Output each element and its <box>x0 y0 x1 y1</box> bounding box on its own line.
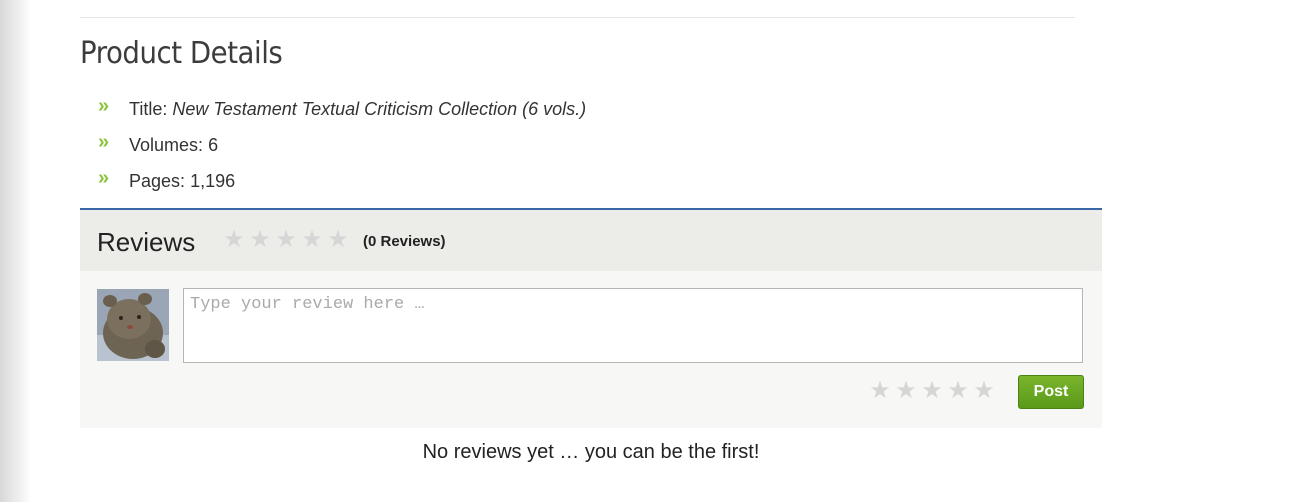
star-icon: ★ <box>249 226 271 253</box>
detail-item-title: » Title: New Testament Textual Criticism … <box>98 94 586 130</box>
product-details-heading: Product Details <box>80 36 283 71</box>
detail-item-pages: » Pages: 1,196 <box>98 166 586 202</box>
bullet-icon: » <box>98 167 110 189</box>
empty-reviews-message: No reviews yet … you can be the first! <box>422 441 760 463</box>
bullet-icon: » <box>98 95 110 117</box>
review-input[interactable] <box>183 288 1083 363</box>
reviews-heading: Reviews <box>97 227 196 257</box>
user-avatar <box>97 289 169 361</box>
rate-star-4-icon[interactable]: ★ <box>947 379 969 403</box>
detail-label: Pages: <box>129 171 186 191</box>
detail-value: New Testament Textual Criticism Collecti… <box>172 99 587 119</box>
star-icon: ★ <box>223 226 245 253</box>
detail-value: 1,196 <box>190 171 236 191</box>
star-icon: ★ <box>275 226 297 253</box>
star-icon: ★ <box>301 226 323 253</box>
review-count: (0 Reviews) <box>363 233 446 250</box>
rate-star-3-icon[interactable]: ★ <box>921 379 943 403</box>
star-icon: ★ <box>327 226 349 253</box>
product-details-list: » Title: New Testament Textual Criticism … <box>98 94 586 202</box>
rate-star-1-icon[interactable]: ★ <box>869 379 891 403</box>
page-left-shadow <box>0 0 30 502</box>
section-divider <box>80 17 1075 18</box>
detail-label: Title: <box>129 99 168 119</box>
reviews-panel: Reviews ★ ★ ★ ★ ★ (0 Reviews) ★ ★ ★ ★ <box>80 208 1102 428</box>
detail-item-volumes: » Volumes: 6 <box>98 130 586 166</box>
detail-label: Volumes: <box>129 135 204 155</box>
detail-value: 6 <box>208 135 219 155</box>
reviews-header: Reviews ★ ★ ★ ★ ★ (0 Reviews) <box>80 210 1102 271</box>
bullet-icon: » <box>98 131 110 153</box>
average-rating-stars: ★ ★ ★ ★ ★ <box>223 228 349 252</box>
rate-star-2-icon[interactable]: ★ <box>895 379 917 403</box>
user-rating-stars: ★ ★ ★ ★ ★ <box>869 379 995 403</box>
rate-star-5-icon[interactable]: ★ <box>973 379 995 403</box>
post-review-button[interactable]: Post <box>1018 375 1084 409</box>
